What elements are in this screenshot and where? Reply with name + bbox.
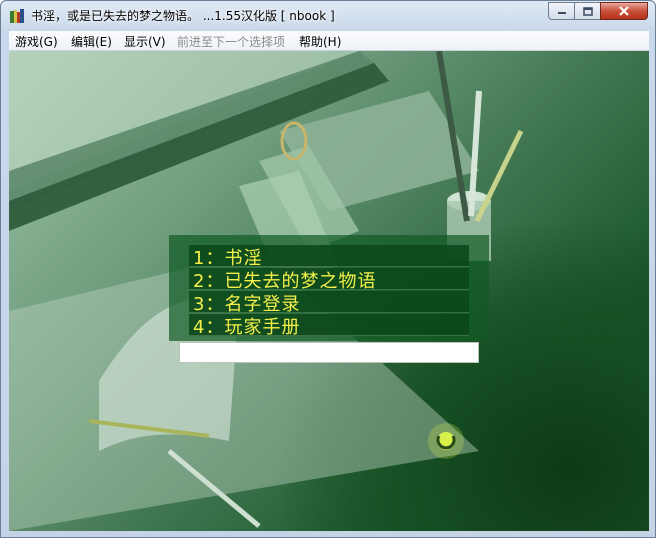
maximize-button[interactable]: [574, 2, 601, 20]
app-icon[interactable]: [9, 8, 25, 24]
choice-2[interactable]: 2：已失去的梦之物语: [189, 268, 469, 292]
choice-3[interactable]: 3：名字登录: [189, 291, 469, 315]
window-title: 书淫，或是已失去的梦之物语。 ...1.55汉化版 [ nbook ]: [31, 9, 335, 23]
minimize-button[interactable]: [548, 2, 575, 20]
text-input-bar[interactable]: [179, 342, 479, 363]
choice-1[interactable]: 1：书淫: [189, 245, 469, 269]
close-button[interactable]: [600, 2, 648, 20]
choice-4[interactable]: 4：玩家手册: [189, 314, 469, 338]
game-canvas[interactable]: 1：书淫 2：已失去的梦之物语 3：名字登录 4：玩家手册: [9, 51, 649, 531]
minimize-icon: [557, 12, 566, 14]
menu-edit[interactable]: 编辑(E): [71, 33, 112, 50]
choice-4-label: 4：玩家手册: [193, 317, 301, 338]
menu-next-choice: 前进至下一个选择项: [177, 35, 286, 49]
application-window: 书淫，或是已失去的梦之物语。 ...1.55汉化版 [ nbook ] 游戏(G…: [0, 0, 656, 538]
choice-menu: 1：书淫 2：已失去的梦之物语 3：名字登录 4：玩家手册: [169, 235, 489, 341]
title-bar[interactable]: 书淫，或是已失去的梦之物语。 ...1.55汉化版 [ nbook ]: [1, 1, 655, 31]
menu-bar: 游戏(G) 编辑(E) 显示(V) 前进至下一个选择项 帮助(H): [9, 31, 649, 51]
menu-game[interactable]: 游戏(G): [15, 33, 58, 50]
menu-view[interactable]: 显示(V): [124, 33, 166, 50]
menu-help[interactable]: 帮助(H): [299, 33, 341, 50]
maximize-icon: [582, 6, 593, 16]
close-icon: [619, 6, 629, 16]
